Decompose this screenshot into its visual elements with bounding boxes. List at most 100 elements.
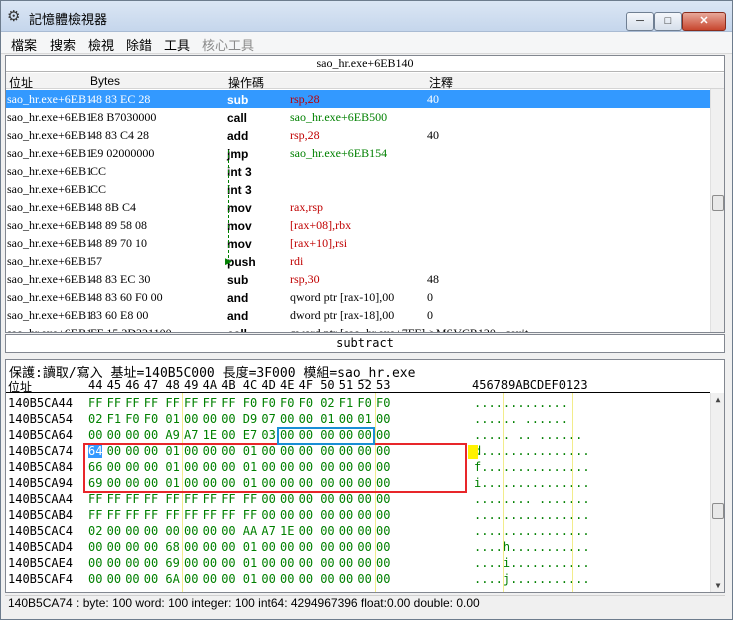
- menu-view[interactable]: 檢視: [88, 35, 114, 54]
- hex-byte[interactable]: 00: [320, 492, 334, 506]
- hex-byte[interactable]: 00: [299, 508, 313, 522]
- hex-byte[interactable]: 00: [280, 412, 294, 426]
- hex-byte[interactable]: 00: [144, 540, 158, 554]
- hex-byte[interactable]: F0: [261, 396, 275, 410]
- hex-byte[interactable]: FF: [221, 396, 235, 410]
- col-opcode[interactable]: 操作碼: [228, 74, 264, 91]
- hex-byte[interactable]: 00: [280, 540, 294, 554]
- hex-byte[interactable]: A7: [261, 524, 275, 538]
- hex-byte[interactable]: 00: [299, 524, 313, 538]
- hex-byte[interactable]: 00: [320, 508, 334, 522]
- hex-byte[interactable]: 00: [221, 428, 235, 442]
- hex-byte[interactable]: 00: [203, 412, 217, 426]
- hex-byte[interactable]: 69: [165, 556, 179, 570]
- hex-byte[interactable]: 00: [125, 556, 139, 570]
- hex-row[interactable]: 140B5CAF4 00 00 00 00 6A 00 00 00 01 00 00 00 00 00 00 0…: [6, 571, 710, 587]
- hex-byte[interactable]: FF: [88, 396, 102, 410]
- hex-byte[interactable]: 00: [144, 428, 158, 442]
- hex-byte[interactable]: 00: [376, 412, 390, 426]
- hex-byte[interactable]: 01: [243, 540, 257, 554]
- hex-byte[interactable]: 00: [221, 524, 235, 538]
- hex-byte[interactable]: 00: [261, 556, 275, 570]
- hex-byte[interactable]: 00: [221, 412, 235, 426]
- hex-byte[interactable]: F0: [280, 396, 294, 410]
- disasm-row[interactable]: sao_hr.exe+6EB1 48 83 C4 28 add rsp,28 40: [6, 126, 710, 144]
- hex-byte[interactable]: 00: [203, 524, 217, 538]
- hex-byte[interactable]: 02: [320, 396, 334, 410]
- hex-byte[interactable]: 02: [88, 412, 102, 426]
- hex-byte[interactable]: 00: [339, 412, 353, 426]
- hex-byte[interactable]: FF: [165, 508, 179, 522]
- hex-byte[interactable]: 00: [299, 540, 313, 554]
- hex-row[interactable]: 140B5CAC4 02 00 00 00 00 00 00 00 AA A7 1E 00 00 00 00 0…: [6, 523, 710, 539]
- hex-byte[interactable]: 00: [339, 508, 353, 522]
- hex-row[interactable]: 140B5CAE4 00 00 00 00 69 00 00 00 01 00 00 00 00 00 00 0…: [6, 555, 710, 571]
- hex-byte[interactable]: 00: [357, 556, 371, 570]
- close-button[interactable]: ✕: [682, 12, 726, 31]
- disasm-row[interactable]: sao_hr.exe+6EB1 E9 02000000 jmp sao_hr.exe+…: [6, 144, 710, 162]
- hex-byte[interactable]: 00: [107, 540, 121, 554]
- hex-byte[interactable]: F0: [357, 396, 371, 410]
- hex-byte[interactable]: FF: [221, 508, 235, 522]
- hex-byte[interactable]: FF: [107, 396, 121, 410]
- hex-byte[interactable]: 00: [261, 572, 275, 586]
- menu-search[interactable]: 搜索: [50, 35, 76, 54]
- hex-byte[interactable]: 00: [299, 492, 313, 506]
- hex-byte[interactable]: 00: [261, 540, 275, 554]
- hex-byte[interactable]: 00: [88, 572, 102, 586]
- disasm-row[interactable]: sao_hr.exe+6EB1 48 83 EC 30 sub rsp,30 48: [6, 270, 710, 288]
- hex-byte[interactable]: FF: [243, 508, 257, 522]
- hex-byte[interactable]: FF: [165, 492, 179, 506]
- hex-byte[interactable]: F0: [376, 396, 390, 410]
- hex-view-pane[interactable]: 保護:讀取/寫入 基址=140B5C000 長度=3F000 模組=sao_hr…: [5, 359, 725, 593]
- hex-byte[interactable]: 00: [320, 572, 334, 586]
- hex-row[interactable]: 140B5CA54 02 F1 F0 F0 01 00 00 00 D9 07 00 00 01 00 01 0…: [6, 411, 710, 427]
- menu-kernel-tools[interactable]: 核心工具: [202, 35, 254, 54]
- menu-file[interactable]: 檔案: [11, 35, 37, 54]
- hex-byte[interactable]: FF: [203, 396, 217, 410]
- hex-byte[interactable]: AA: [243, 524, 257, 538]
- menu-debug[interactable]: 除錯: [126, 35, 152, 54]
- hex-byte[interactable]: F0: [243, 396, 257, 410]
- disasm-row[interactable]: sao_hr.exe+6EB1FF 15 2D321100 call qword p…: [6, 324, 710, 332]
- hex-byte[interactable]: 00: [357, 492, 371, 506]
- hex-byte[interactable]: F1: [107, 412, 121, 426]
- hex-byte[interactable]: 68: [165, 540, 179, 554]
- hex-byte[interactable]: F0: [299, 396, 313, 410]
- hex-byte[interactable]: 00: [339, 572, 353, 586]
- hex-byte[interactable]: 00: [299, 572, 313, 586]
- hex-byte[interactable]: 00: [125, 428, 139, 442]
- hex-byte[interactable]: 00: [376, 492, 390, 506]
- disasm-row[interactable]: sao_hr.exe+6EB1 48 89 58 08 mov [rax+08],rb…: [6, 216, 710, 234]
- hex-byte[interactable]: 00: [376, 540, 390, 554]
- disassembler-pane[interactable]: sao_hr.exe+6EB140 位址 Bytes 操作碼 注釋 sao_hr…: [5, 55, 725, 333]
- hex-byte[interactable]: 01: [320, 412, 334, 426]
- hex-byte[interactable]: 00: [320, 540, 334, 554]
- hex-byte[interactable]: A7: [184, 428, 198, 442]
- hex-byte[interactable]: 00: [107, 556, 121, 570]
- hex-byte[interactable]: FF: [184, 396, 198, 410]
- hex-byte[interactable]: FF: [184, 508, 198, 522]
- hex-byte[interactable]: 00: [357, 540, 371, 554]
- hex-byte[interactable]: FF: [203, 492, 217, 506]
- hex-byte[interactable]: 00: [144, 556, 158, 570]
- hex-byte[interactable]: 00: [88, 540, 102, 554]
- hex-byte[interactable]: 00: [376, 556, 390, 570]
- hex-vscroll[interactable]: ▲ ▼: [710, 393, 724, 592]
- hex-byte[interactable]: F0: [125, 412, 139, 426]
- hex-byte[interactable]: 00: [280, 556, 294, 570]
- hex-byte[interactable]: 01: [243, 572, 257, 586]
- hex-byte[interactable]: 00: [280, 508, 294, 522]
- hex-byte[interactable]: 00: [144, 524, 158, 538]
- hex-byte[interactable]: FF: [125, 492, 139, 506]
- hex-byte[interactable]: FF: [107, 508, 121, 522]
- hex-byte[interactable]: 00: [376, 428, 390, 442]
- hex-byte[interactable]: 00: [107, 572, 121, 586]
- hex-byte[interactable]: FF: [107, 492, 121, 506]
- hex-byte[interactable]: 00: [107, 524, 121, 538]
- hex-row[interactable]: 140B5CAD4 00 00 00 00 68 00 00 00 01 00 00 00 00 00 00 0…: [6, 539, 710, 555]
- hex-byte[interactable]: FF: [184, 492, 198, 506]
- hex-byte[interactable]: E7: [243, 428, 257, 442]
- hex-byte[interactable]: 00: [107, 428, 121, 442]
- hex-byte[interactable]: 00: [376, 508, 390, 522]
